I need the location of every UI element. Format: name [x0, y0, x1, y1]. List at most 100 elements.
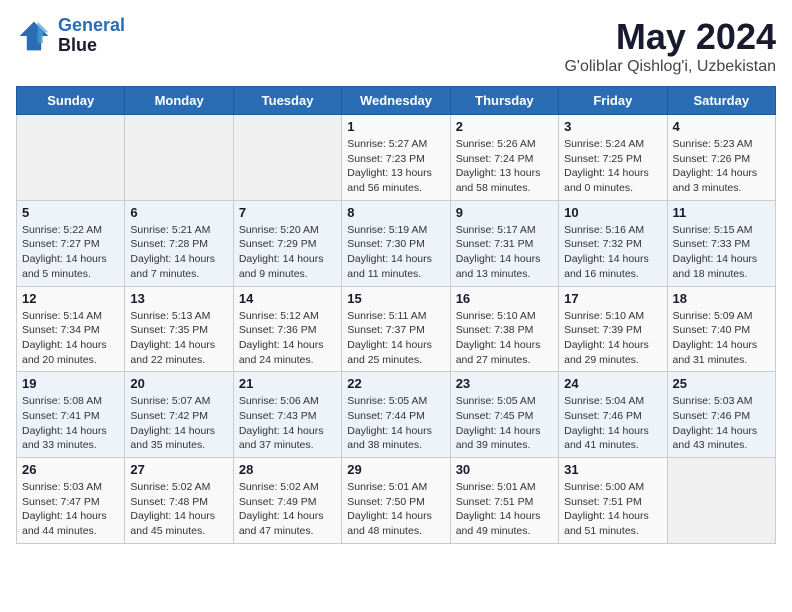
day-info: Sunrise: 5:17 AM Sunset: 7:31 PM Dayligh…: [456, 223, 553, 282]
page-header: General Blue May 2024 G'oliblar Qishlog'…: [16, 16, 776, 76]
calendar-cell: 14 Sunrise: 5:12 AM Sunset: 7:36 PM Dayli…: [233, 286, 341, 372]
calendar-title: May 2024: [564, 16, 776, 58]
day-info: Sunrise: 5:00 AM Sunset: 7:51 PM Dayligh…: [564, 480, 661, 539]
week-row-2: 5 Sunrise: 5:22 AM Sunset: 7:27 PM Daylig…: [17, 200, 776, 286]
calendar-cell: [125, 115, 233, 201]
week-row-3: 12 Sunrise: 5:14 AM Sunset: 7:34 PM Dayli…: [17, 286, 776, 372]
day-number: 17: [564, 291, 661, 306]
calendar-body: 1Sunrise: 5:27 AM Sunset: 7:23 PM Daylig…: [17, 115, 776, 544]
calendar-cell: 23 Sunrise: 5:05 AM Sunset: 7:45 PM Dayli…: [450, 372, 558, 458]
weekday-header-thursday: Thursday: [450, 87, 558, 115]
day-info: Sunrise: 5:02 AM Sunset: 7:48 PM Dayligh…: [130, 480, 227, 539]
day-number: 8: [347, 205, 444, 220]
day-info: Sunrise: 5:13 AM Sunset: 7:35 PM Dayligh…: [130, 309, 227, 368]
logo-icon: [16, 18, 52, 54]
week-row-5: 26 Sunrise: 5:03 AM Sunset: 7:47 PM Dayli…: [17, 458, 776, 544]
calendar-header: SundayMondayTuesdayWednesdayThursdayFrid…: [17, 87, 776, 115]
weekday-header-friday: Friday: [559, 87, 667, 115]
day-number: 22: [347, 376, 444, 391]
weekday-header-tuesday: Tuesday: [233, 87, 341, 115]
day-number: 20: [130, 376, 227, 391]
calendar-cell: [233, 115, 341, 201]
day-info: Sunrise: 5:07 AM Sunset: 7:42 PM Dayligh…: [130, 394, 227, 453]
week-row-4: 19Sunrise: 5:08 AM Sunset: 7:41 PM Dayli…: [17, 372, 776, 458]
calendar-cell: 7 Sunrise: 5:20 AM Sunset: 7:29 PM Daylig…: [233, 200, 341, 286]
day-info: Sunrise: 5:02 AM Sunset: 7:49 PM Dayligh…: [239, 480, 336, 539]
calendar-cell: 13 Sunrise: 5:13 AM Sunset: 7:35 PM Dayli…: [125, 286, 233, 372]
day-number: 5: [22, 205, 119, 220]
calendar-cell: 4 Sunrise: 5:23 AM Sunset: 7:26 PM Daylig…: [667, 115, 775, 201]
day-number: 7: [239, 205, 336, 220]
calendar-cell: 19Sunrise: 5:08 AM Sunset: 7:41 PM Dayli…: [17, 372, 125, 458]
day-number: 23: [456, 376, 553, 391]
calendar-cell: 11 Sunrise: 5:15 AM Sunset: 7:33 PM Dayli…: [667, 200, 775, 286]
day-number: 30: [456, 462, 553, 477]
day-number: 19: [22, 376, 119, 391]
day-number: 24: [564, 376, 661, 391]
day-info: Sunrise: 5:21 AM Sunset: 7:28 PM Dayligh…: [130, 223, 227, 282]
day-number: 10: [564, 205, 661, 220]
weekday-header-saturday: Saturday: [667, 87, 775, 115]
calendar-cell: 20 Sunrise: 5:07 AM Sunset: 7:42 PM Dayli…: [125, 372, 233, 458]
calendar-cell: 2Sunrise: 5:26 AM Sunset: 7:24 PM Daylig…: [450, 115, 558, 201]
calendar-cell: 16Sunrise: 5:10 AM Sunset: 7:38 PM Dayli…: [450, 286, 558, 372]
calendar-cell: [667, 458, 775, 544]
day-number: 12: [22, 291, 119, 306]
weekday-header-wednesday: Wednesday: [342, 87, 450, 115]
day-number: 11: [673, 205, 770, 220]
day-number: 28: [239, 462, 336, 477]
calendar-cell: 1Sunrise: 5:27 AM Sunset: 7:23 PM Daylig…: [342, 115, 450, 201]
day-number: 4: [673, 119, 770, 134]
week-row-1: 1Sunrise: 5:27 AM Sunset: 7:23 PM Daylig…: [17, 115, 776, 201]
day-number: 25: [673, 376, 770, 391]
calendar-cell: [17, 115, 125, 201]
calendar-table: SundayMondayTuesdayWednesdayThursdayFrid…: [16, 86, 776, 544]
calendar-cell: 25 Sunrise: 5:03 AM Sunset: 7:46 PM Dayli…: [667, 372, 775, 458]
calendar-cell: 24 Sunrise: 5:04 AM Sunset: 7:46 PM Dayli…: [559, 372, 667, 458]
calendar-cell: 22Sunrise: 5:05 AM Sunset: 7:44 PM Dayli…: [342, 372, 450, 458]
day-info: Sunrise: 5:01 AM Sunset: 7:50 PM Dayligh…: [347, 480, 444, 539]
title-block: May 2024 G'oliblar Qishlog'i, Uzbekistan: [564, 16, 776, 76]
day-info: Sunrise: 5:03 AM Sunset: 7:46 PM Dayligh…: [673, 394, 770, 453]
calendar-cell: 5 Sunrise: 5:22 AM Sunset: 7:27 PM Daylig…: [17, 200, 125, 286]
day-info: Sunrise: 5:23 AM Sunset: 7:26 PM Dayligh…: [673, 137, 770, 196]
weekday-header-monday: Monday: [125, 87, 233, 115]
day-info: Sunrise: 5:10 AM Sunset: 7:38 PM Dayligh…: [456, 309, 553, 368]
calendar-subtitle: G'oliblar Qishlog'i, Uzbekistan: [564, 58, 776, 76]
calendar-cell: 9 Sunrise: 5:17 AM Sunset: 7:31 PM Daylig…: [450, 200, 558, 286]
day-info: Sunrise: 5:10 AM Sunset: 7:39 PM Dayligh…: [564, 309, 661, 368]
day-number: 27: [130, 462, 227, 477]
day-number: 13: [130, 291, 227, 306]
calendar-cell: 17 Sunrise: 5:10 AM Sunset: 7:39 PM Dayli…: [559, 286, 667, 372]
calendar-cell: 27 Sunrise: 5:02 AM Sunset: 7:48 PM Dayli…: [125, 458, 233, 544]
day-info: Sunrise: 5:14 AM Sunset: 7:34 PM Dayligh…: [22, 309, 119, 368]
day-number: 21: [239, 376, 336, 391]
calendar-cell: 18Sunrise: 5:09 AM Sunset: 7:40 PM Dayli…: [667, 286, 775, 372]
logo-line2: Blue: [58, 36, 125, 56]
weekday-row: SundayMondayTuesdayWednesdayThursdayFrid…: [17, 87, 776, 115]
calendar-cell: 28 Sunrise: 5:02 AM Sunset: 7:49 PM Dayli…: [233, 458, 341, 544]
day-info: Sunrise: 5:03 AM Sunset: 7:47 PM Dayligh…: [22, 480, 119, 539]
day-info: Sunrise: 5:09 AM Sunset: 7:40 PM Dayligh…: [673, 309, 770, 368]
day-info: Sunrise: 5:22 AM Sunset: 7:27 PM Dayligh…: [22, 223, 119, 282]
day-number: 6: [130, 205, 227, 220]
logo-text: General Blue: [58, 16, 125, 56]
day-info: Sunrise: 5:05 AM Sunset: 7:45 PM Dayligh…: [456, 394, 553, 453]
day-info: Sunrise: 5:24 AM Sunset: 7:25 PM Dayligh…: [564, 137, 661, 196]
day-number: 1: [347, 119, 444, 134]
day-info: Sunrise: 5:19 AM Sunset: 7:30 PM Dayligh…: [347, 223, 444, 282]
logo-line1: General: [58, 15, 125, 35]
calendar-cell: 12 Sunrise: 5:14 AM Sunset: 7:34 PM Dayli…: [17, 286, 125, 372]
day-info: Sunrise: 5:20 AM Sunset: 7:29 PM Dayligh…: [239, 223, 336, 282]
day-info: Sunrise: 5:01 AM Sunset: 7:51 PM Dayligh…: [456, 480, 553, 539]
calendar-cell: 6 Sunrise: 5:21 AM Sunset: 7:28 PM Daylig…: [125, 200, 233, 286]
day-number: 9: [456, 205, 553, 220]
day-info: Sunrise: 5:04 AM Sunset: 7:46 PM Dayligh…: [564, 394, 661, 453]
day-number: 14: [239, 291, 336, 306]
day-info: Sunrise: 5:12 AM Sunset: 7:36 PM Dayligh…: [239, 309, 336, 368]
day-number: 29: [347, 462, 444, 477]
day-number: 26: [22, 462, 119, 477]
day-info: Sunrise: 5:15 AM Sunset: 7:33 PM Dayligh…: [673, 223, 770, 282]
weekday-header-sunday: Sunday: [17, 87, 125, 115]
day-number: 31: [564, 462, 661, 477]
